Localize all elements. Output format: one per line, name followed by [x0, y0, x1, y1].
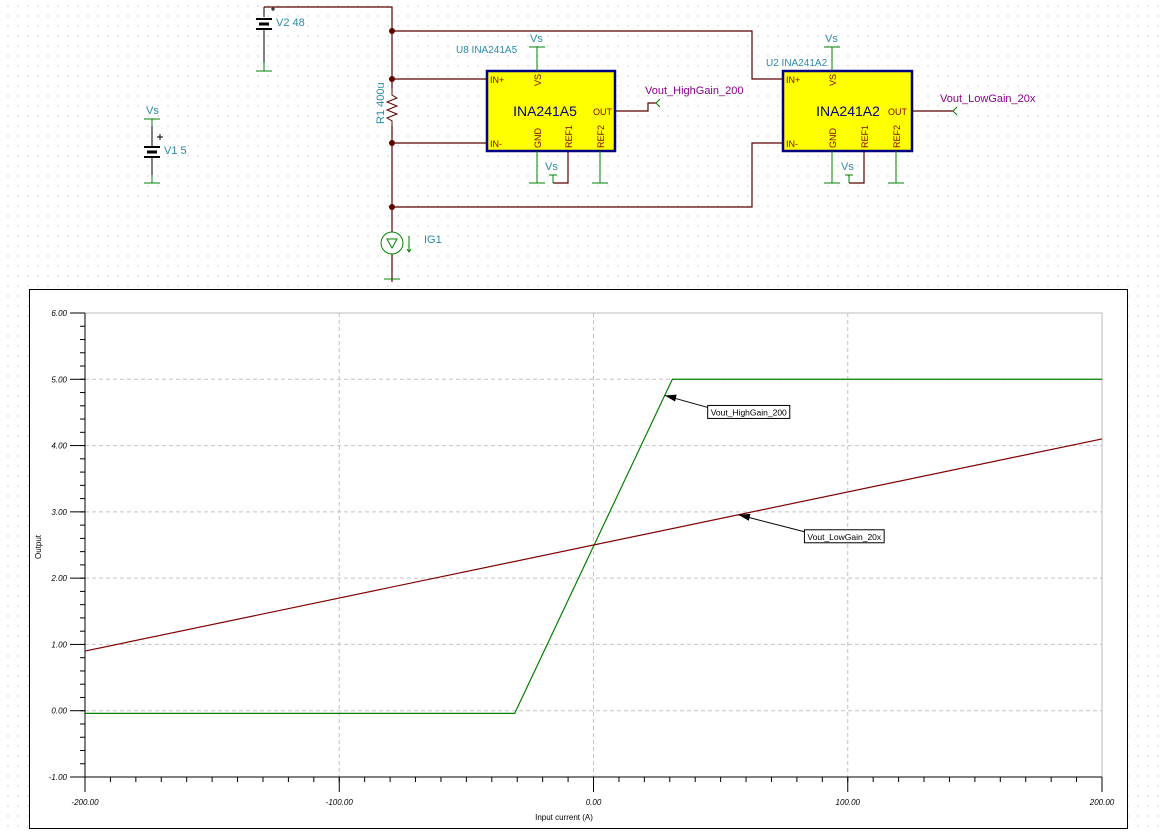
arrowhead-icon — [738, 513, 751, 521]
y-tick-label: 2.00 — [50, 574, 67, 583]
schematic: V2 48 Vs V1 5 R1 400u IG1 INA241A5 IN+ I… — [144, 6, 1036, 282]
x-tick-label: 200.00 — [1089, 798, 1115, 807]
arrowhead-icon — [664, 394, 677, 402]
ground-icon — [144, 175, 160, 184]
v1-label: V1 5 — [164, 145, 187, 157]
annotation-label: Vout_LowGain_20x — [807, 532, 881, 542]
battery-v2[interactable] — [256, 7, 275, 70]
u2-name: INA241A2 — [816, 103, 880, 119]
ig1-label: IG1 — [424, 234, 442, 246]
u2-pin-out: OUT — [888, 107, 908, 117]
vs-supply-icon — [144, 118, 160, 126]
y-tick-label: 4.00 — [51, 442, 67, 451]
battery-v1[interactable] — [144, 120, 163, 183]
u2-supply-label: Vs — [825, 33, 838, 45]
y-axis-label: Output — [34, 534, 43, 559]
u2-ref1-supply-label: Vs — [841, 161, 854, 173]
u8-supply-label: Vs — [530, 33, 543, 45]
u8-pin-gnd: GND — [533, 128, 543, 149]
x-tick-label: -100.00 — [326, 798, 354, 807]
u2-pin-inn: IN- — [786, 139, 798, 149]
u2-pin-ref1: REF1 — [860, 125, 870, 148]
net-connector-icon — [952, 106, 958, 116]
ground-icon — [256, 62, 272, 72]
chart: -1.00 0.00 1.00 2.00 3.00 4.00 5.00 6.00 -200.00… — [34, 309, 1115, 822]
y-tick-label: -1.00 — [49, 773, 68, 782]
u8-ref1-supply-label: Vs — [545, 161, 558, 173]
u2-pin-inp: IN+ — [786, 75, 800, 85]
annotation-label: Vout_HighGain_200 — [711, 407, 787, 417]
y-tick-label: 0.00 — [51, 707, 67, 716]
u8-pin-inp: IN+ — [490, 75, 504, 85]
u2-ref-label: U2 INA241A2 — [766, 58, 828, 69]
u8-pin-inn: IN- — [490, 139, 502, 149]
r1-label: R1 400u — [375, 82, 387, 124]
net-label-low[interactable]: Vout_LowGain_20x — [940, 93, 1036, 105]
y-tick-label: 6.00 — [51, 309, 67, 318]
x-tick-label: 100.00 — [836, 798, 861, 807]
chart-panel[interactable]: -1.00 0.00 1.00 2.00 3.00 4.00 5.00 6.00 -200.00… — [29, 289, 1128, 829]
u8-ref-label: U8 INA241A5 — [456, 45, 518, 56]
u2-pin-vs: VS — [828, 74, 838, 86]
u2-pin-gnd: GND — [828, 128, 838, 149]
y-tick-label: 5.00 — [51, 375, 67, 384]
y-tick-label: 3.00 — [51, 508, 67, 517]
x-tick-label: -200.00 — [71, 798, 99, 807]
v1-supply-label: Vs — [146, 105, 159, 117]
u8-pin-ref2: REF2 — [596, 125, 606, 148]
u8-name: INA241A5 — [513, 103, 577, 119]
net-label-high[interactable]: Vout_HighGain_200 — [645, 85, 743, 97]
axes: -1.00 0.00 1.00 2.00 3.00 4.00 5.00 6.00 -200.00… — [49, 309, 1115, 807]
current-source-ig1[interactable] — [380, 231, 412, 280]
u8-pin-ref1: REF1 — [564, 125, 574, 148]
u2-pin-ref2: REF2 — [892, 125, 902, 148]
x-axis-label: Input current (A) — [535, 813, 593, 822]
y-tick-label: 1.00 — [51, 640, 67, 649]
u8-pin-out: OUT — [593, 107, 613, 117]
v2-label: V2 48 — [276, 17, 305, 29]
annotations: Vout_HighGain_200 Vout_LowGain_20x — [664, 394, 885, 544]
x-tick-label: 0.00 — [586, 798, 602, 807]
u8-pin-vs: VS — [533, 74, 543, 86]
net-connector-icon — [655, 98, 661, 108]
